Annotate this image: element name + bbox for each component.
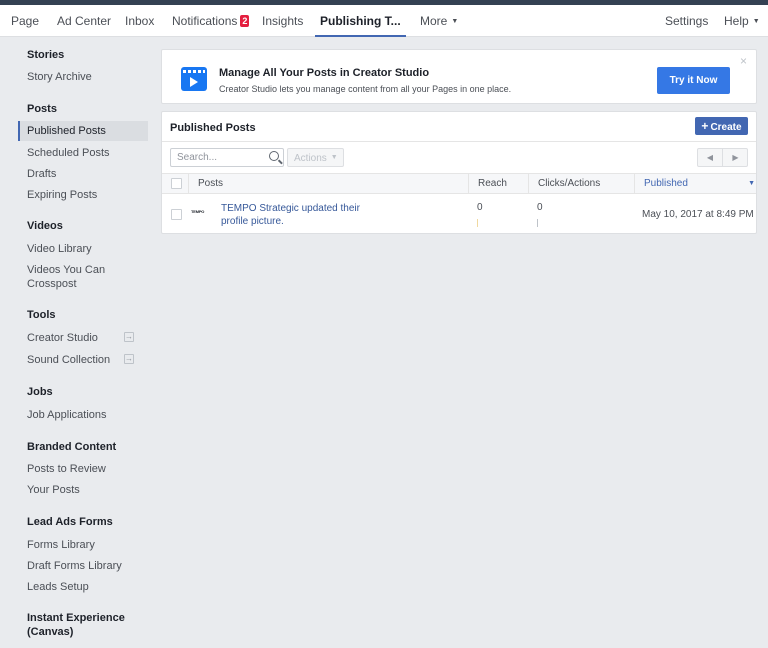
caret-down-icon: ▼ xyxy=(330,154,338,161)
sidebar-heading-branded-content: Branded Content xyxy=(27,441,117,453)
nav-tab-more[interactable]: More ▼ xyxy=(420,5,458,37)
sidebar-item-video-library[interactable]: Video Library xyxy=(18,242,148,256)
sidebar-heading-videos: Videos xyxy=(27,220,63,232)
nav-help[interactable]: Help ▼ xyxy=(724,5,760,37)
column-label: Published xyxy=(644,178,688,189)
nav-tab-publishing-tools[interactable]: Publishing T... xyxy=(315,5,406,37)
panel-title: Published Posts xyxy=(170,122,256,134)
nav-tab-notifications[interactable]: Notifications 2 xyxy=(172,5,250,37)
sidebar-item-published-posts[interactable]: Published Posts xyxy=(18,121,148,141)
nav-tab-label: More xyxy=(420,14,448,28)
sidebar-item-draft-forms-library[interactable]: Draft Forms Library xyxy=(18,559,148,573)
sidebar-item-creator-studio[interactable]: Creator Studio → xyxy=(18,331,148,345)
sidebar-item-sound-collection[interactable]: Sound Collection → xyxy=(18,353,148,367)
divider xyxy=(162,141,756,142)
nav-tab-label: Help xyxy=(724,14,749,28)
reach-bar xyxy=(477,219,478,227)
sidebar-item-posts-to-review[interactable]: Posts to Review xyxy=(18,462,148,476)
actions-dropdown[interactable]: Actions ▼ xyxy=(287,148,344,167)
column-reach[interactable]: Reach xyxy=(468,174,528,193)
reach-value: 0 xyxy=(477,202,483,213)
column-clicks-actions[interactable]: Clicks/Actions xyxy=(528,174,634,193)
creator-studio-banner: Manage All Your Posts in Creator Studio … xyxy=(161,49,757,104)
table-row: TEMPO TEMPO Strategic updated their prof… xyxy=(162,196,756,234)
sidebar-item-label: Creator Studio xyxy=(27,332,98,344)
create-label: Create xyxy=(710,122,742,133)
sidebar-item-forms-library[interactable]: Forms Library xyxy=(18,538,148,552)
sidebar-item-videos-you-can-crosspost[interactable]: Videos You Can Crosspost xyxy=(18,263,118,291)
sidebar-heading-lead-ads-forms: Lead Ads Forms xyxy=(27,516,113,528)
create-button[interactable]: + Create xyxy=(695,117,748,135)
row-checkbox[interactable] xyxy=(171,209,182,220)
pagination: ◀ ▶ xyxy=(697,148,748,167)
external-link-icon: → xyxy=(124,354,134,364)
try-it-now-button[interactable]: Try it Now xyxy=(657,67,730,94)
creator-studio-clapper-icon xyxy=(181,67,207,91)
published-date: May 10, 2017 at 8:49 PM xyxy=(642,209,754,220)
nav-tab-label: Publishing T... xyxy=(320,14,401,28)
nav-tab-label: Settings xyxy=(665,14,709,28)
plus-icon: + xyxy=(701,119,709,133)
actions-label: Actions xyxy=(294,153,327,164)
prev-page-icon[interactable]: ◀ xyxy=(698,149,723,166)
next-page-icon[interactable]: ▶ xyxy=(723,149,748,166)
nav-tab-ad-center[interactable]: Ad Center xyxy=(57,5,111,37)
external-link-icon: → xyxy=(124,332,134,342)
nav-tab-inbox[interactable]: Inbox xyxy=(125,5,154,37)
banner-title: Manage All Your Posts in Creator Studio xyxy=(219,67,430,79)
search-input[interactable] xyxy=(171,149,261,166)
sidebar-heading-stories: Stories xyxy=(27,49,65,61)
clicks-value: 0 xyxy=(537,202,543,213)
sidebar-item-expiring-posts[interactable]: Expiring Posts xyxy=(18,188,148,202)
column-posts[interactable]: Posts xyxy=(188,174,468,193)
nav-tab-label: Insights xyxy=(262,14,304,28)
select-all-checkbox[interactable] xyxy=(171,178,182,189)
sidebar-item-drafts[interactable]: Drafts xyxy=(18,167,148,181)
sidebar-heading-posts: Posts xyxy=(27,103,57,115)
published-posts-panel: Published Posts +Create Actions▼ ◀ ▶ Pos… xyxy=(161,111,757,234)
sidebar-item-your-posts[interactable]: Your Posts xyxy=(18,483,148,497)
post-link[interactable]: TEMPO Strategic updated their profile pi… xyxy=(221,202,386,228)
sort-caret-icon: ▼ xyxy=(748,180,755,187)
table-header: Posts Reach Clicks/Actions Published ▼ xyxy=(162,173,756,194)
nav-tab-page[interactable]: Page xyxy=(11,5,39,37)
sidebar-heading-instant-experience[interactable]: Instant Experience (Canvas) xyxy=(27,611,132,639)
sidebar-heading-tools: Tools xyxy=(27,309,56,321)
nav-tab-label: Notifications xyxy=(172,14,238,28)
sidebar-item-scheduled-posts[interactable]: Scheduled Posts xyxy=(18,146,148,160)
nav-tab-label: Inbox xyxy=(125,14,155,28)
sidebar-item-leads-setup[interactable]: Leads Setup xyxy=(18,580,148,594)
page-nav: Page Ad Center Inbox Notifications 2 Insi… xyxy=(0,5,768,37)
post-thumbnail: TEMPO xyxy=(191,209,205,214)
clicks-bar xyxy=(537,219,538,227)
search-box xyxy=(170,148,284,167)
banner-subtitle: Creator Studio lets you manage content f… xyxy=(219,84,512,94)
sidebar-item-story-archive[interactable]: Story Archive xyxy=(18,70,148,84)
close-icon[interactable]: × xyxy=(740,54,747,68)
caret-down-icon: ▼ xyxy=(752,18,760,25)
sidebar-item-label: Sound Collection xyxy=(27,354,111,366)
column-published[interactable]: Published ▼ xyxy=(634,174,758,193)
search-icon[interactable] xyxy=(269,151,279,161)
nav-tab-label: Ad Center xyxy=(57,14,112,28)
nav-settings[interactable]: Settings xyxy=(665,5,708,37)
nav-tab-label: Page xyxy=(11,14,40,28)
caret-down-icon: ▼ xyxy=(451,18,459,25)
sidebar-heading-jobs: Jobs xyxy=(27,386,53,398)
notification-badge: 2 xyxy=(240,15,250,27)
nav-tab-insights[interactable]: Insights xyxy=(262,5,303,37)
sidebar-item-job-applications[interactable]: Job Applications xyxy=(18,408,148,422)
